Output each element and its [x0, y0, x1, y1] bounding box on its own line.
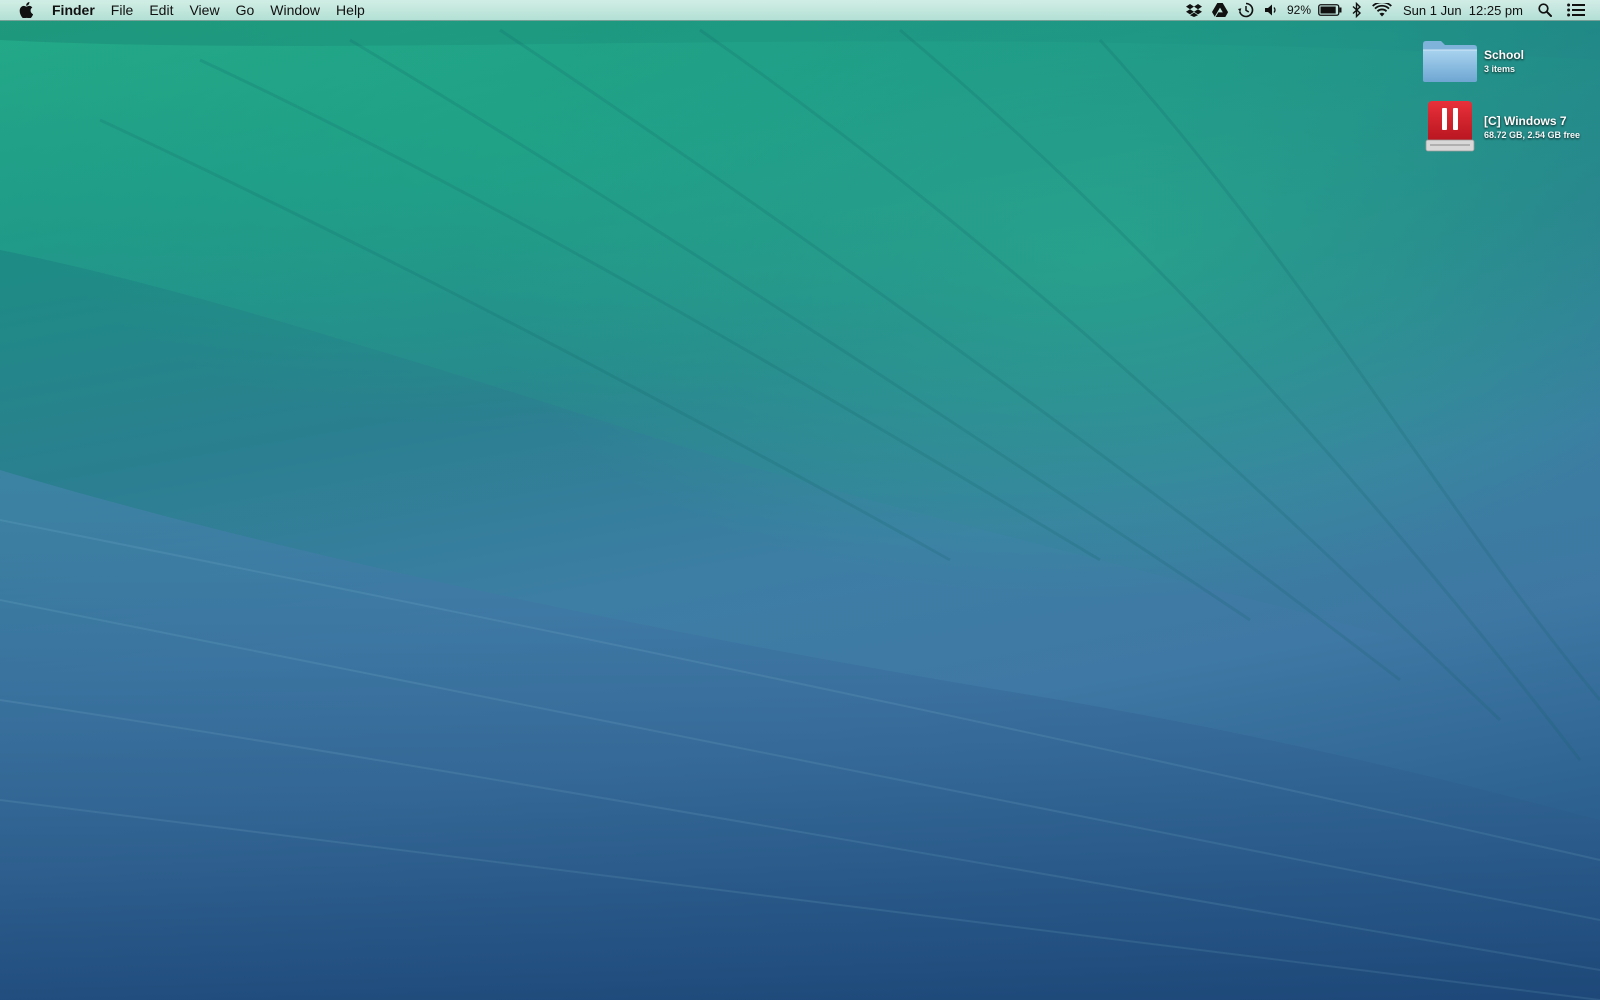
- notification-center-icon[interactable]: [1557, 0, 1590, 21]
- desktop[interactable]: Finder File Edit View Go Window Help 92%…: [0, 0, 1600, 1000]
- google-drive-icon[interactable]: [1207, 0, 1233, 21]
- battery-icon[interactable]: [1313, 0, 1347, 21]
- battery-percent: 92%: [1286, 2, 1312, 17]
- menu-file[interactable]: File: [103, 0, 142, 21]
- menu-bar-left: Finder File Edit View Go Window Help: [0, 0, 373, 21]
- time-machine-icon[interactable]: [1233, 0, 1259, 21]
- menu-window[interactable]: Window: [262, 0, 328, 21]
- menu-bar-status: 92% Sun 1 Jun 12:25 pm: [1181, 0, 1600, 21]
- apple-menu-icon[interactable]: [18, 2, 34, 18]
- clock[interactable]: Sun 1 Jun 12:25 pm: [1397, 0, 1533, 21]
- desktop-item-info: 3 items: [1484, 63, 1516, 74]
- folder-icon: [1423, 41, 1477, 82]
- menu-go[interactable]: Go: [228, 0, 263, 21]
- wifi-icon[interactable]: [1367, 0, 1397, 21]
- desktop-item-windows-drive[interactable]: [C] Windows 7 68.72 GB, 2.54 GB free: [1420, 100, 1580, 154]
- menu-edit[interactable]: Edit: [141, 0, 181, 21]
- dropbox-icon[interactable]: [1181, 0, 1207, 21]
- spotlight-icon[interactable]: [1533, 0, 1557, 21]
- menu-help[interactable]: Help: [328, 0, 373, 21]
- bluetooth-icon[interactable]: [1347, 0, 1367, 21]
- desktop-item-name: [C] Windows 7: [1484, 113, 1567, 128]
- menu-bar: Finder File Edit View Go Window Help 92%…: [0, 0, 1600, 21]
- desktop-item-school[interactable]: School 3 items: [1420, 38, 1524, 84]
- desktop-item-name: School: [1484, 47, 1525, 62]
- wallpaper-wave: [0, 28, 1600, 1000]
- drive-icon: [1425, 101, 1475, 152]
- menu-view[interactable]: View: [181, 0, 227, 21]
- volume-icon[interactable]: [1259, 0, 1283, 21]
- desktop-item-info: 68.72 GB, 2.54 GB free: [1484, 129, 1581, 140]
- menu-finder[interactable]: Finder: [50, 0, 103, 21]
